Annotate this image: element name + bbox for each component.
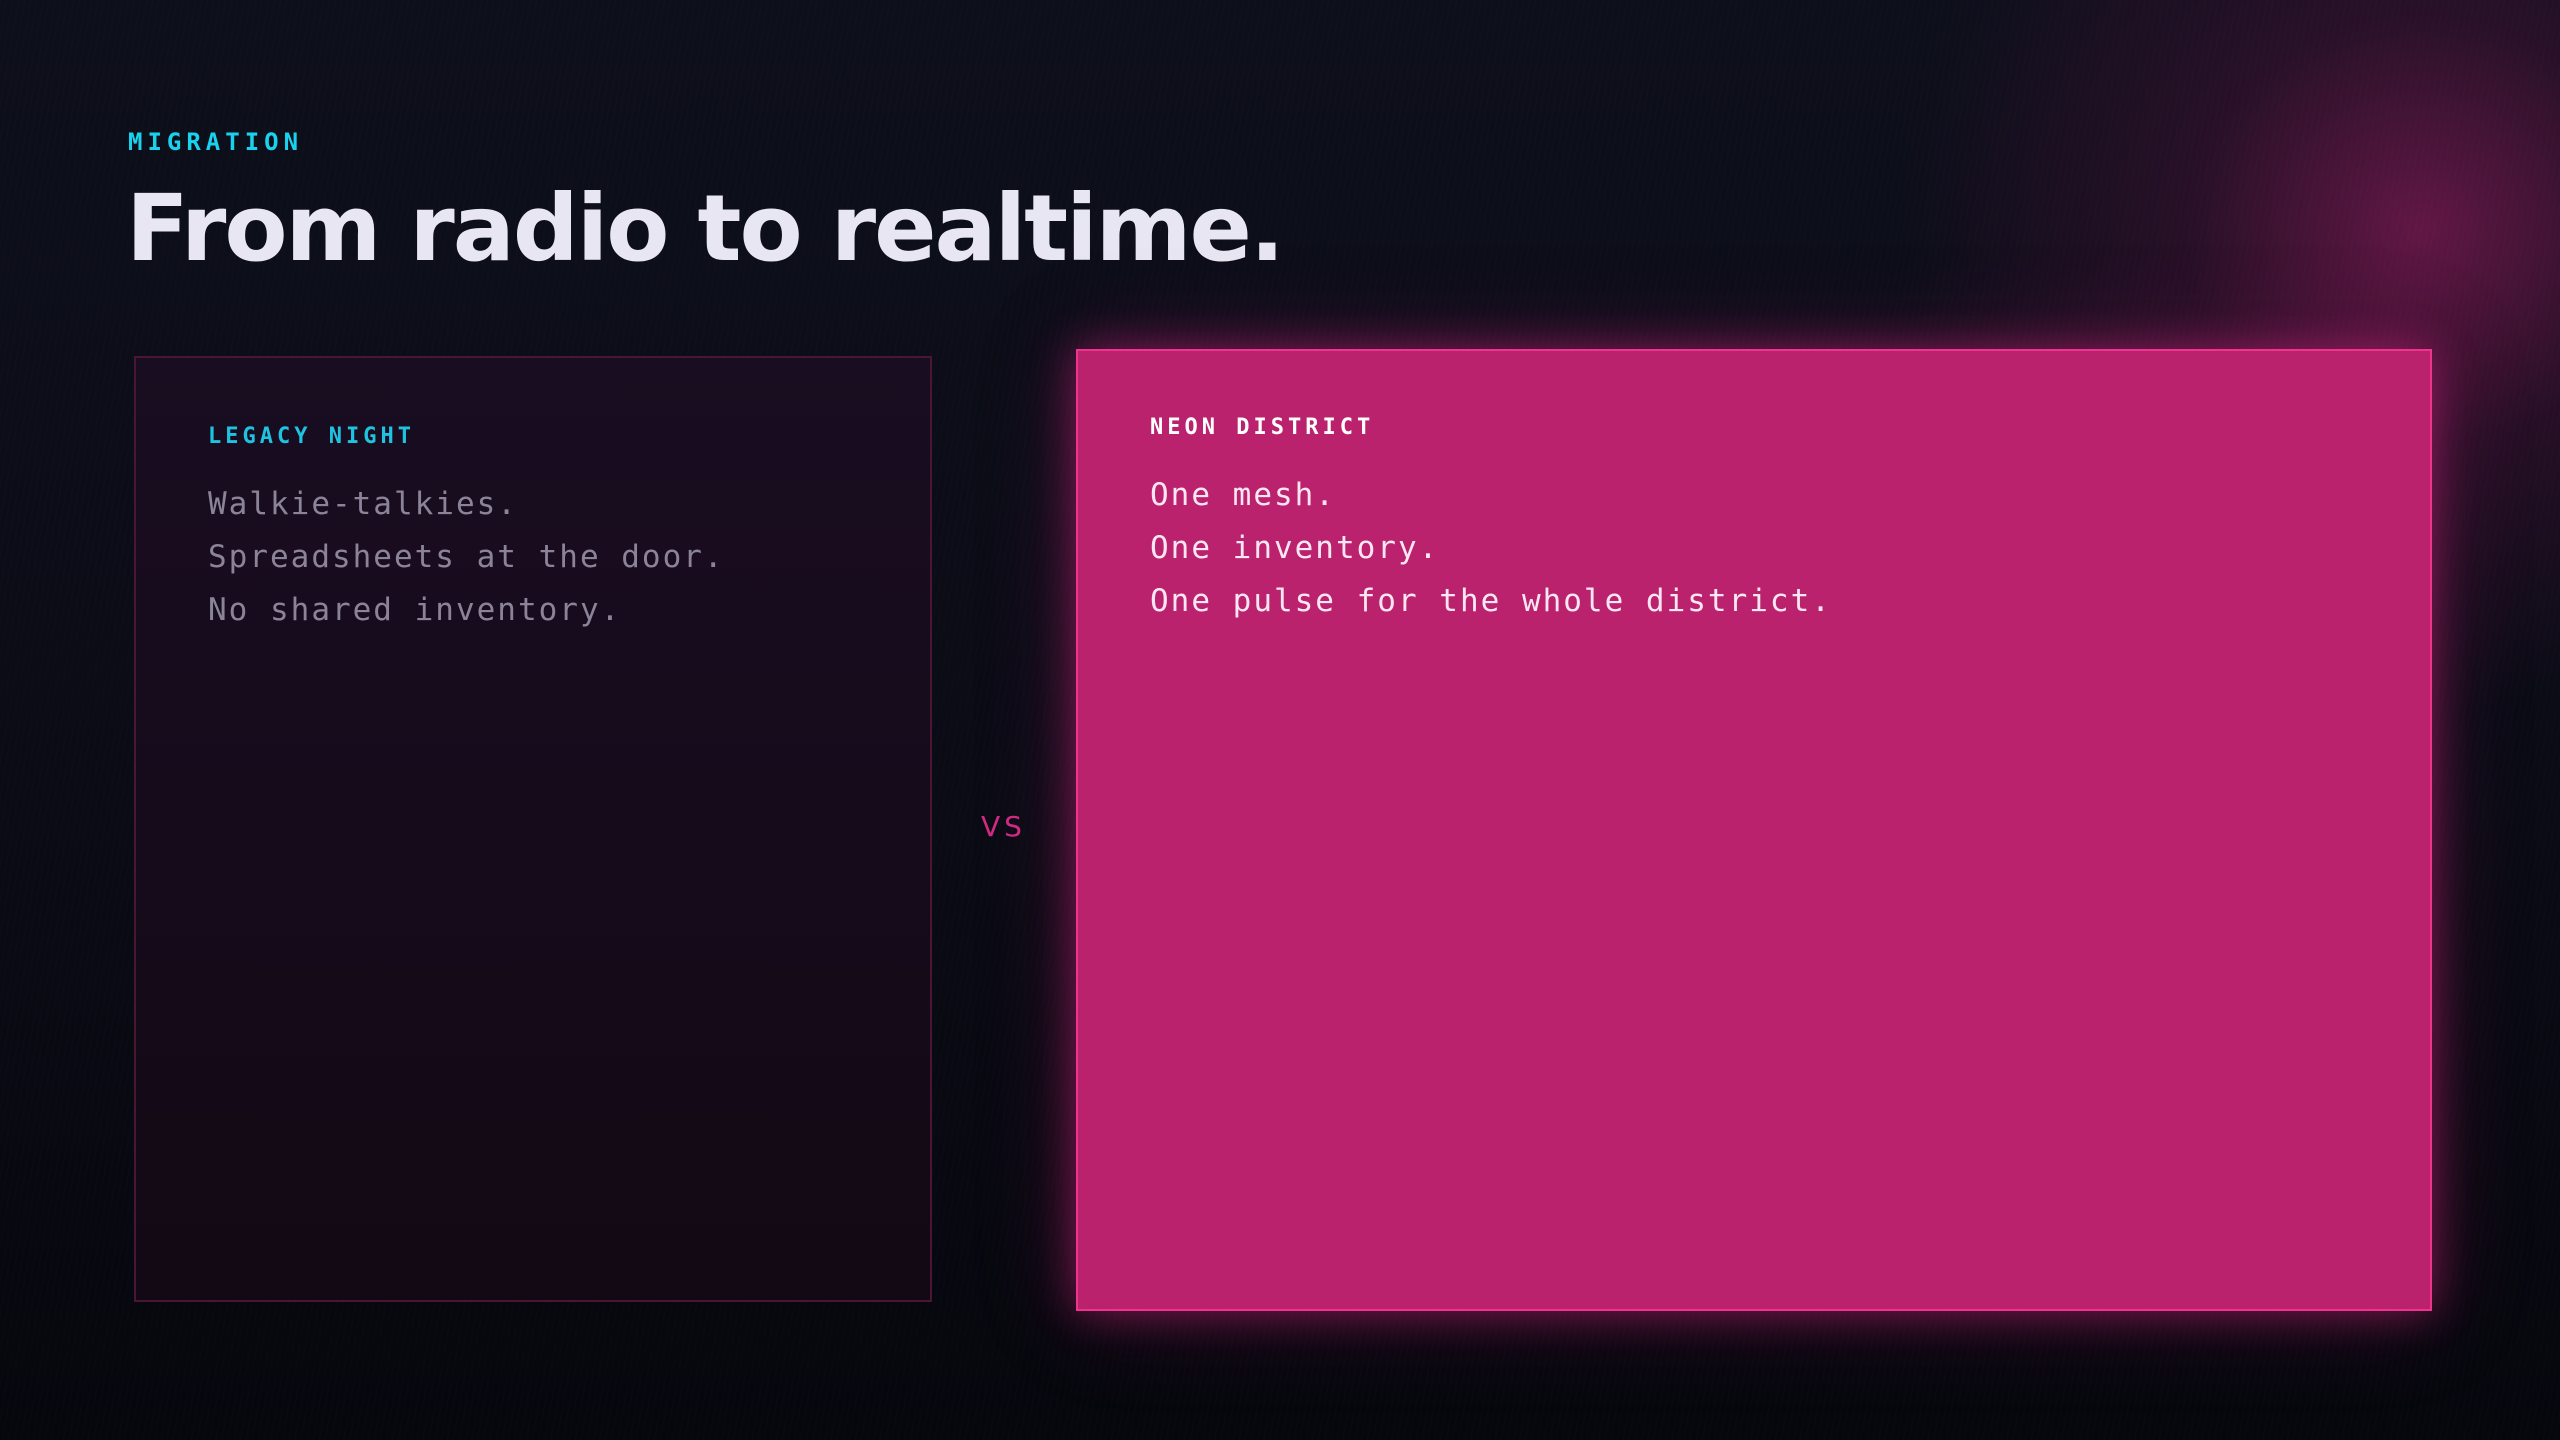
- neon-list: One mesh. One inventory. One pulse for t…: [1150, 469, 1832, 628]
- neon-list-item: One mesh.: [1150, 477, 1336, 513]
- neon-card-label: NEON DISTRICT: [1150, 415, 1375, 440]
- legacy-list: Walkie-talkies. Spreadsheets at the door…: [208, 478, 725, 637]
- neon-list-item: One inventory.: [1150, 530, 1440, 566]
- neon-list-item: One pulse for the whole district.: [1150, 583, 1832, 619]
- legacy-card: LEGACY NIGHT Walkie-talkies. Spreadsheet…: [134, 356, 932, 1302]
- vs-separator: VS: [981, 810, 1026, 843]
- legacy-list-item: Spreadsheets at the door.: [208, 539, 725, 575]
- legacy-list-item: No shared inventory.: [208, 592, 622, 628]
- slide-title: From radio to realtime.: [126, 175, 1285, 282]
- neon-card: NEON DISTRICT One mesh. One inventory. O…: [1076, 349, 2432, 1311]
- legacy-list-item: Walkie-talkies.: [208, 486, 518, 522]
- legacy-card-label: LEGACY NIGHT: [208, 424, 415, 449]
- section-eyebrow: MIGRATION: [128, 128, 304, 156]
